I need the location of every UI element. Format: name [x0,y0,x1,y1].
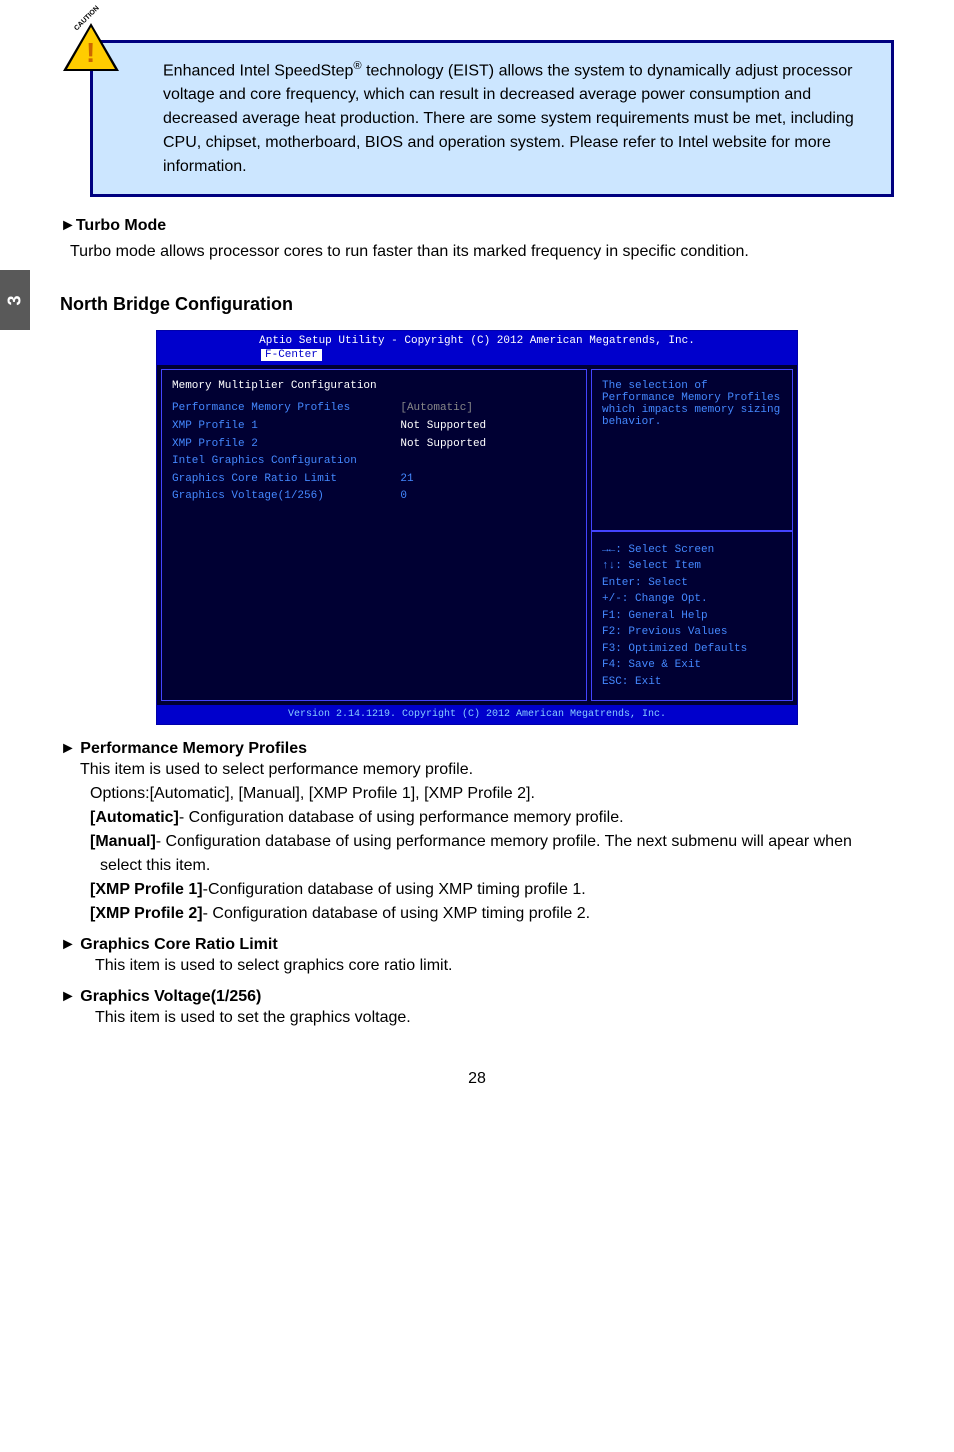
page-content: CAUTION ! Enhanced Intel SpeedStep® tech… [60,0,894,1108]
gv-body: This item is used to set the graphics vo… [95,1006,894,1030]
bios-footer: Version 2.14.1219. Copyright (C) 2012 Am… [157,705,797,724]
bios-row-label: XMP Profile 1 [172,418,400,436]
gcrl-heading: ► Graphics Core Ratio Limit [60,936,894,954]
option-line: [XMP Profile 1]-Configuration database o… [90,878,894,902]
bios-row-label: Graphics Core Ratio Limit [172,471,400,489]
bios-row-value: [Automatic] [400,400,576,418]
bios-key-hint: F1: General Help [602,608,782,625]
bios-left-title: Memory Multiplier Configuration [172,380,576,392]
bios-header-text: Aptio Setup Utility - Copyright (C) 2012… [161,335,793,347]
option-line: [XMP Profile 2]- Configuration database … [90,902,894,926]
bios-left-panel: Memory Multiplier Configuration Performa… [161,369,587,701]
bios-header: Aptio Setup Utility - Copyright (C) 2012… [157,331,797,365]
bios-right-panel: The selection of Performance Memory Prof… [591,369,793,701]
bios-row: Performance Memory Profiles[Automatic] [172,400,576,418]
bios-key-hint: ↑↓: Select Item [602,558,782,575]
option-label: [XMP Profile 2] [90,905,203,922]
option-desc: - Configuration database of using perfor… [179,809,624,826]
option-desc: - Configuration database of using XMP ti… [203,905,590,922]
bios-row-label: XMP Profile 2 [172,436,400,454]
option-label: [Manual] [90,833,156,850]
caution-box: CAUTION ! Enhanced Intel SpeedStep® tech… [90,40,894,197]
bios-keys: →←: Select Screen↑↓: Select ItemEnter: S… [591,531,793,702]
caution-text: Enhanced Intel SpeedStep® technology (EI… [163,58,871,179]
turbo-body: Turbo mode allows processor cores to run… [70,240,894,264]
bios-row-value: Not Supported [400,418,576,436]
bios-key-hint: F2: Previous Values [602,624,782,641]
turbo-heading: ►Turbo Mode [60,217,894,235]
bios-key-hint: →←: Select Screen [602,542,782,559]
bios-row-label: Graphics Voltage(1/256) [172,488,400,506]
bios-screenshot: Aptio Setup Utility - Copyright (C) 2012… [156,330,798,725]
caution-icon: CAUTION ! [63,23,123,78]
caution-text-a: Enhanced Intel SpeedStep [163,62,353,79]
option-desc: -Configuration database of using XMP tim… [203,881,586,898]
option-line: [Manual]- Configuration database of usin… [90,830,894,878]
option-label: [Automatic] [90,809,179,826]
bios-row-value: 0 [400,488,576,506]
bios-body: Memory Multiplier Configuration Performa… [157,365,797,705]
bios-help-text: The selection of Performance Memory Prof… [591,369,793,531]
bios-row: Intel Graphics Configuration [172,453,576,471]
bios-row: XMP Profile 1Not Supported [172,418,576,436]
bios-key-hint: F4: Save & Exit [602,657,782,674]
bios-key-hint: Enter: Select [602,575,782,592]
option-line: [Automatic]- Configuration database of u… [90,806,894,830]
caution-sup: ® [353,60,361,72]
perf-mem-line1: This item is used to select performance … [80,758,894,782]
bios-row-value [400,453,576,471]
north-bridge-heading: North Bridge Configuration [60,294,894,315]
option-label: [XMP Profile 1] [90,881,203,898]
page-section-tab: 3 [0,270,30,330]
bios-row-label: Performance Memory Profiles [172,400,400,418]
option-desc: - Configuration database of using perfor… [100,833,852,874]
bios-row-value: 21 [400,471,576,489]
bios-key-hint: +/-: Change Opt. [602,591,782,608]
gcrl-body: This item is used to select graphics cor… [95,954,894,978]
page-number: 28 [60,1070,894,1108]
perf-mem-heading: ► Performance Memory Profiles [60,740,894,758]
perf-mem-line2: Options:[Automatic], [Manual], [XMP Prof… [90,782,894,806]
bios-row-value: Not Supported [400,436,576,454]
bios-row-label: Intel Graphics Configuration [172,453,400,471]
bios-row: XMP Profile 2Not Supported [172,436,576,454]
bios-row: Graphics Core Ratio Limit21 [172,471,576,489]
bios-fcenter-tab: F-Center [261,349,322,361]
gv-heading: ► Graphics Voltage(1/256) [60,988,894,1006]
bios-key-hint: ESC: Exit [602,674,782,691]
bios-row: Graphics Voltage(1/256)0 [172,488,576,506]
exclamation-icon: ! [86,37,95,69]
bios-key-hint: F3: Optimized Defaults [602,641,782,658]
page-tab-number: 3 [4,295,25,305]
